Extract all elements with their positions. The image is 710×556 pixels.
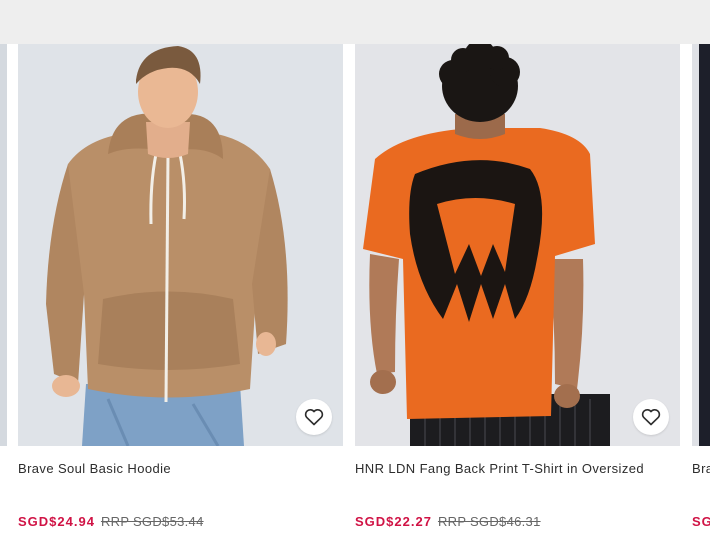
wishlist-button[interactable] — [633, 399, 669, 435]
price-row: SG — [692, 514, 710, 530]
product-name[interactable]: HNR LDN Fang Back Print T-Shirt in Overs… — [355, 461, 680, 477]
current-price: SGD$24.94 — [18, 514, 95, 529]
current-price: SG — [692, 514, 710, 529]
product-name[interactable]: Brave Soul Basic Hoodie — [18, 461, 343, 477]
hoodie-model-photo — [46, 46, 288, 446]
product-card[interactable]: Brave Soul Basic Hoodie SGD$24.94 RRP SGD… — [18, 44, 343, 530]
product-image[interactable] — [355, 44, 680, 446]
previous-product-photo-edge — [0, 44, 7, 446]
tshirt-model-photo — [363, 44, 610, 446]
price-row: SGD$22.27 RRP SGD$46.31 — [355, 514, 680, 530]
heart-icon — [641, 409, 661, 426]
product-card[interactable]: Bra SG — [692, 44, 710, 530]
product-listing-page: Brave Soul Basic Hoodie SGD$24.94 RRP SGD… — [0, 0, 710, 556]
product-card[interactable]: HNR LDN Fang Back Print T-Shirt in Overs… — [355, 44, 680, 530]
heart-icon — [304, 409, 324, 426]
rrp-price: RRP SGD$53.44 — [100, 514, 204, 529]
wishlist-button[interactable] — [296, 399, 332, 435]
price-row: SGD$24.94 RRP SGD$53.44 — [18, 514, 343, 530]
header-band — [0, 0, 710, 44]
current-price: SGD$22.27 — [355, 514, 432, 529]
product-image[interactable] — [18, 44, 343, 446]
rrp-price: RRP SGD$46.31 — [437, 514, 541, 529]
product-name[interactable]: Bra — [692, 461, 710, 477]
product-image[interactable] — [692, 44, 710, 446]
